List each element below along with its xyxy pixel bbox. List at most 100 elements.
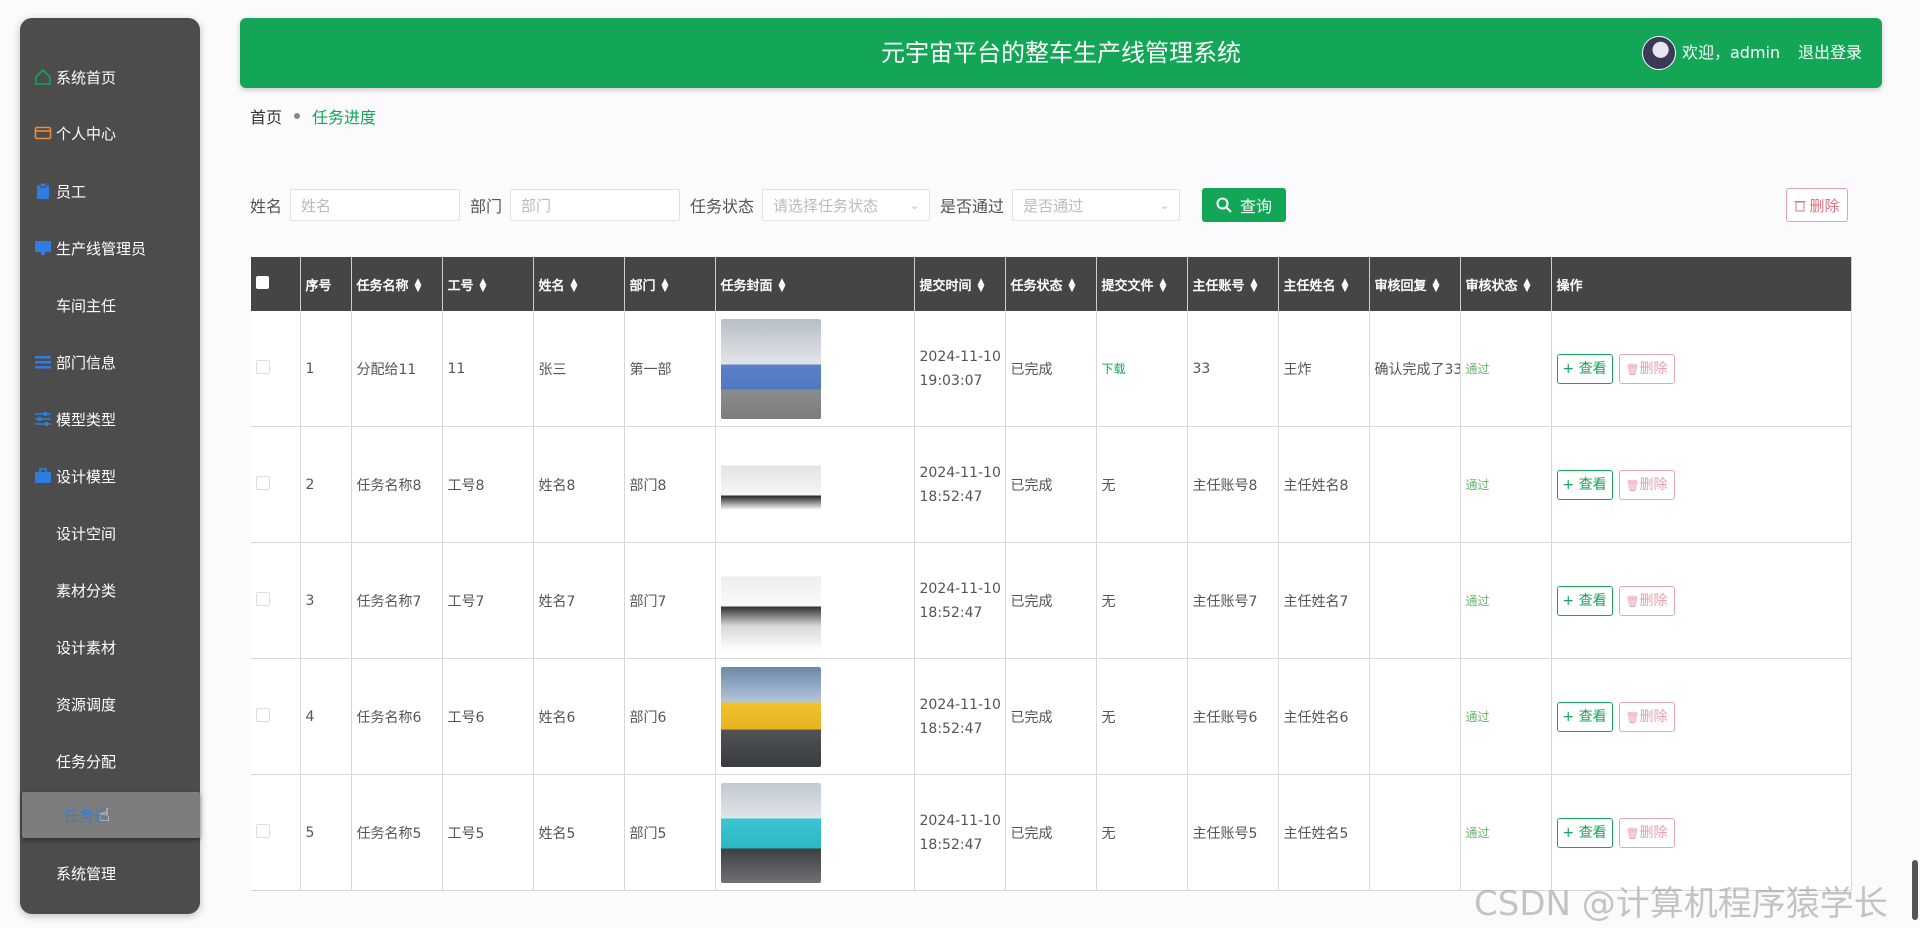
sort-icon[interactable]: ▲ ▼ bbox=[1524, 278, 1531, 294]
row-checkbox[interactable] bbox=[256, 359, 270, 374]
column-header[interactable]: 主任账号 ▲ ▼ bbox=[1187, 257, 1279, 311]
row-checkbox[interactable] bbox=[256, 823, 270, 838]
view-button[interactable]: + 查看 bbox=[1556, 353, 1613, 384]
view-button[interactable]: + 查看 bbox=[1556, 817, 1613, 848]
table-row[interactable]: 3 任务名称7 工号7 姓名7 部门7 2024-11-10 18:52:47 已完成 无 主任账… bbox=[251, 542, 1852, 659]
row-select-cell[interactable] bbox=[251, 658, 301, 775]
logout-link[interactable]: 退出登录 bbox=[1798, 18, 1862, 88]
header-select-all[interactable] bbox=[251, 257, 301, 311]
cell-actions: + 查看 🗑删除 bbox=[1551, 658, 1852, 775]
sort-icon[interactable]: ▲ ▼ bbox=[480, 278, 487, 294]
column-header[interactable]: 主任姓名 ▲ ▼ bbox=[1278, 257, 1370, 311]
column-header-label: 操作 bbox=[1556, 278, 1583, 294]
sort-icon[interactable]: ▲ ▼ bbox=[779, 278, 786, 294]
cell-director-name-text: 主任姓名8 bbox=[1283, 477, 1349, 494]
cell-director-account-text: 主任账号6 bbox=[1192, 709, 1258, 726]
status-select[interactable]: 请选择任务状态 ⌄ bbox=[762, 189, 931, 221]
breadcrumb-home[interactable]: 首页 bbox=[250, 104, 282, 128]
delete-button[interactable]: 🗑删除 bbox=[1618, 353, 1675, 384]
table-row[interactable]: 1 分配给11 11 张三 第一部 2024-11-10 19:03:07 已完成 下载 33 王炸… bbox=[251, 311, 1852, 427]
car-cover-image[interactable] bbox=[720, 550, 821, 651]
sidebar-item-13[interactable]: 任务分配 bbox=[34, 746, 116, 776]
sort-icon[interactable]: ▲ ▼ bbox=[662, 278, 669, 294]
cell-status: 已完成 bbox=[1005, 658, 1097, 775]
row-select-cell[interactable] bbox=[251, 426, 301, 543]
batch-delete-button[interactable]: 删除 bbox=[1786, 188, 1848, 222]
row-select-cell[interactable] bbox=[251, 542, 301, 659]
dept-input[interactable]: 部门 bbox=[510, 189, 681, 221]
sidebar-item-2[interactable]: 个人中心 bbox=[34, 118, 116, 148]
view-button[interactable]: + 查看 bbox=[1556, 701, 1613, 732]
column-header[interactable]: 提交时间 ▲ ▼ bbox=[914, 257, 1006, 311]
sort-icon[interactable]: ▲ ▼ bbox=[1251, 278, 1258, 294]
sidebar-item-4[interactable]: 生产线管理员 bbox=[34, 233, 146, 263]
sidebar-item-14[interactable]: 任务进 ☝ bbox=[22, 792, 200, 838]
table-row[interactable]: 5 任务名称5 工号5 姓名5 部门5 2024-11-10 18:52:47 已完成 无 主任账… bbox=[251, 774, 1852, 891]
cell-emp-no: 工号5 bbox=[442, 774, 534, 891]
sort-icon[interactable]: ▲ ▼ bbox=[1433, 278, 1440, 294]
row-checkbox[interactable] bbox=[256, 475, 270, 490]
column-header[interactable]: 任务封面 ▲ ▼ bbox=[715, 257, 915, 311]
cell-cover bbox=[715, 542, 915, 659]
delete-button[interactable]: 🗑删除 bbox=[1618, 817, 1675, 848]
cell-audit-status-text: 通过 bbox=[1465, 478, 1490, 492]
pass-select[interactable]: 是否通过 ⌄ bbox=[1012, 189, 1181, 221]
scrollbar[interactable] bbox=[1912, 860, 1918, 920]
table-row[interactable]: 4 任务名称6 工号6 姓名6 部门6 2024-11-10 18:52:47 已完成 无 主任账… bbox=[251, 658, 1852, 775]
sidebar-item-12[interactable]: 资源调度 bbox=[34, 689, 116, 719]
avatar[interactable] bbox=[1642, 36, 1676, 70]
column-header[interactable]: 审核状态 ▲ ▼ bbox=[1460, 257, 1552, 311]
sort-icon[interactable]: ▲ ▼ bbox=[978, 278, 985, 294]
delete-button[interactable]: 🗑删除 bbox=[1618, 585, 1675, 616]
sort-icon[interactable]: ▲ ▼ bbox=[1160, 278, 1167, 294]
column-header[interactable]: 姓名 ▲ ▼ bbox=[533, 257, 625, 311]
sidebar-item-5[interactable]: 车间主任 bbox=[34, 290, 116, 320]
grid-icon bbox=[34, 695, 52, 713]
search-icon bbox=[1216, 197, 1232, 213]
chevron-down-icon: ⌄ bbox=[909, 198, 920, 212]
car-cover-image[interactable] bbox=[720, 782, 821, 883]
trash-icon: 🗑 bbox=[1625, 594, 1640, 608]
query-button[interactable]: 查询 bbox=[1202, 188, 1286, 222]
sort-icon[interactable]: ▲ ▼ bbox=[571, 278, 578, 294]
sort-icon[interactable]: ▲ ▼ bbox=[415, 278, 422, 294]
sidebar-item-9[interactable]: 设计空间 bbox=[34, 518, 116, 548]
sort-icon[interactable]: ▲ ▼ bbox=[1069, 278, 1076, 294]
cell-status-text: 已完成 bbox=[1010, 477, 1053, 494]
sidebar-item-8[interactable]: 设计模型 bbox=[34, 461, 116, 491]
name-input[interactable]: 姓名 bbox=[290, 189, 461, 221]
car-cover-image[interactable] bbox=[720, 318, 821, 419]
cell-no: 1 bbox=[300, 311, 352, 427]
delete-button[interactable]: 🗑删除 bbox=[1618, 701, 1675, 732]
row-checkbox[interactable] bbox=[256, 707, 270, 722]
column-header[interactable]: 任务名称 ▲ ▼ bbox=[351, 257, 443, 311]
column-header[interactable]: 审核回复 ▲ ▼ bbox=[1369, 257, 1461, 311]
cell-submit-time: 2024-11-10 18:52:47 bbox=[914, 426, 1006, 543]
row-select-cell[interactable] bbox=[251, 774, 301, 891]
row-checkbox[interactable] bbox=[256, 591, 270, 606]
sidebar-item-1[interactable]: 系统首页 bbox=[34, 62, 116, 92]
sidebar-item-15[interactable]: 系统管理 bbox=[34, 858, 116, 888]
column-header[interactable]: 任务状态 ▲ ▼ bbox=[1005, 257, 1097, 311]
view-label: 查看 bbox=[1578, 476, 1607, 493]
column-header[interactable]: 工号 ▲ ▼ bbox=[442, 257, 534, 311]
plus-icon: + bbox=[1562, 708, 1579, 725]
row-select-cell[interactable] bbox=[251, 311, 301, 427]
select-all-checkbox[interactable] bbox=[256, 275, 269, 289]
sidebar-item-7[interactable]: 模型类型 bbox=[34, 404, 116, 434]
car-cover-image[interactable] bbox=[720, 434, 821, 535]
delete-button[interactable]: 🗑删除 bbox=[1618, 469, 1675, 500]
view-button[interactable]: + 查看 bbox=[1556, 469, 1613, 500]
cell-file-text[interactable]: 下载 bbox=[1102, 362, 1126, 376]
sidebar-item-6[interactable]: 部门信息 bbox=[34, 347, 116, 377]
sort-icon[interactable]: ▲ ▼ bbox=[1342, 278, 1349, 294]
view-button[interactable]: + 查看 bbox=[1556, 585, 1613, 616]
sidebar-item-3[interactable]: 员工 bbox=[34, 176, 86, 206]
sidebar-item-11[interactable]: 设计素材 bbox=[34, 632, 116, 662]
column-header[interactable]: 部门 ▲ ▼ bbox=[624, 257, 716, 311]
column-header[interactable]: 提交文件 ▲ ▼ bbox=[1096, 257, 1188, 311]
table-row[interactable]: 2 任务名称8 工号8 姓名8 部门8 2024-11-10 18:52:47 已完成 无 主任账… bbox=[251, 426, 1852, 543]
car-cover-image[interactable] bbox=[720, 666, 821, 767]
cell-reply-text: 确认完成了33 bbox=[1374, 361, 1460, 378]
sidebar-item-10[interactable]: 素材分类 bbox=[34, 575, 116, 605]
